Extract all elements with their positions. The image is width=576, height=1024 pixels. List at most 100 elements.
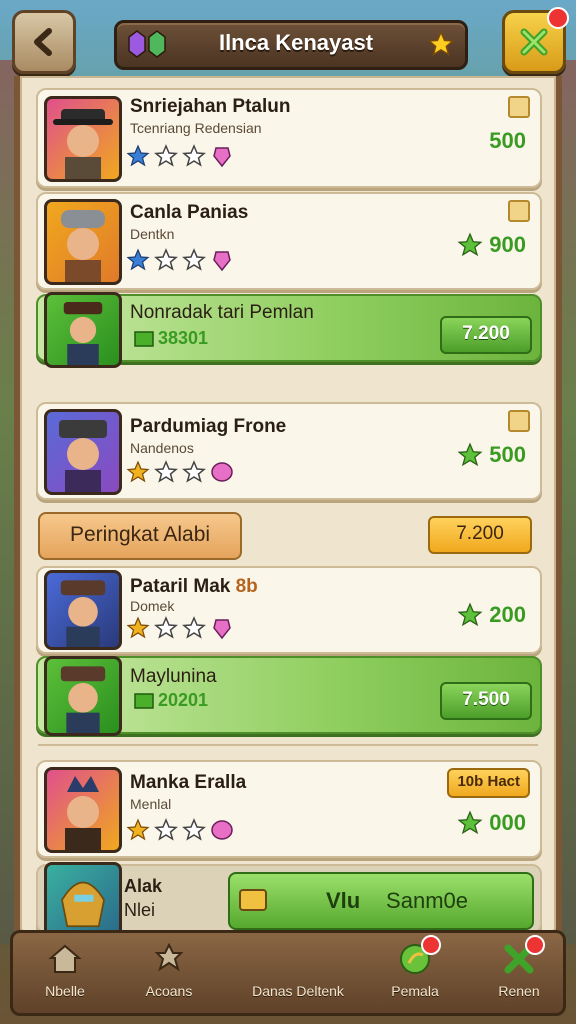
nav-item-gems[interactable]: Pemala <box>365 935 465 999</box>
item-price: 500 <box>457 442 526 468</box>
item-name-suffix: 8b <box>235 576 258 597</box>
notification-dot <box>547 7 569 29</box>
list-item[interactable]: Pardumiag Frone Nandenos 500 <box>36 402 542 500</box>
star-filled-icon <box>126 248 150 271</box>
nav-item-characters[interactable]: Acoans <box>119 939 219 999</box>
item-subtitle: Tcenriang Redensian <box>130 120 262 136</box>
price-value: 200 <box>489 602 526 627</box>
item-subtitle: Domek <box>130 598 175 614</box>
title-frame: Ilnca Kenayast <box>114 20 468 70</box>
star-empty-icon <box>154 460 178 483</box>
star-empty-icon <box>182 818 206 841</box>
star-empty-icon <box>154 616 178 639</box>
promo-line-2: Nlei <box>124 900 156 920</box>
gem-icon <box>211 462 233 482</box>
gem-icon <box>211 820 233 840</box>
star-empty-icon <box>182 144 206 167</box>
gems-icon <box>128 30 166 58</box>
tag-icon <box>508 96 530 118</box>
rating-stars <box>126 144 234 168</box>
item-name: Pataril Mak 8b <box>130 576 258 598</box>
nav-item-center[interactable]: Danas Deltenk <box>233 939 363 999</box>
list-item[interactable]: Snriejahan Ptalun Tcenriang Redensian 50… <box>36 88 542 188</box>
star-empty-icon <box>182 460 206 483</box>
home-icon <box>48 944 82 973</box>
nav-label: Pemala <box>391 983 439 999</box>
item-badge: 10b Hact <box>447 768 530 798</box>
item-subtitle: Nandenos <box>130 440 194 456</box>
list-item[interactable]: Pataril Mak 8b Domek 200 <box>36 566 542 654</box>
item-name: Snriejahan Ptalun <box>130 96 291 117</box>
notification-dot <box>421 935 441 955</box>
item-price: 000 <box>457 810 526 836</box>
rating-stars <box>126 616 234 640</box>
price-value: 900 <box>489 232 526 257</box>
gem-icon <box>213 619 231 640</box>
green-star-icon <box>457 232 483 257</box>
page-title: Ilnca Kenayast <box>218 30 374 55</box>
promo-left-label: Vlu <box>326 888 361 913</box>
tag-icon <box>508 410 530 432</box>
bottom-nav: Nbelle Acoans Danas Deltenk Pemala Renen <box>10 930 566 1016</box>
star-empty-icon <box>154 248 178 271</box>
close-button[interactable] <box>502 7 569 74</box>
gem-icon <box>213 147 231 168</box>
avatar <box>44 409 122 495</box>
avatar <box>44 96 122 182</box>
item-cash: 20201 <box>134 690 208 711</box>
divider <box>38 744 538 746</box>
rating-stars <box>126 460 234 484</box>
cash-value: 20201 <box>158 690 209 710</box>
promo-right-label: Sanm0e <box>386 888 468 913</box>
section-label: Peringkat Alabi <box>38 512 242 560</box>
notification-dot <box>525 935 545 955</box>
item-subtitle: Dentkn <box>130 226 175 242</box>
nav-label: Nbelle <box>45 983 85 999</box>
gold-crate-icon <box>239 889 267 911</box>
nav-label: Danas Deltenk <box>252 983 344 999</box>
star-empty-icon <box>182 248 206 271</box>
nav-item-home[interactable]: Nbelle <box>15 939 115 999</box>
list-item-featured[interactable]: Nonradak tari Pemlan 38301 7.200 <box>36 292 542 368</box>
item-price: 900 <box>457 232 526 258</box>
tag-icon <box>508 200 530 222</box>
item-name: Manka Eralla <box>130 772 247 793</box>
avatar <box>44 862 122 938</box>
star-icon <box>427 30 455 57</box>
list-item[interactable]: Canla Panias Dentkn 900 <box>36 192 542 290</box>
gem-icon <box>213 251 231 272</box>
promo-row[interactable]: Alak Nlei Vlu Sanm0e <box>36 862 542 938</box>
star-filled-icon <box>126 616 150 639</box>
promo-button[interactable]: Vlu Sanm0e <box>228 872 534 930</box>
avatar <box>44 199 122 285</box>
item-name: Maylunina <box>130 666 217 687</box>
green-star-icon <box>457 602 483 627</box>
close-x-icon <box>520 28 548 56</box>
item-name-text: Pataril Mak <box>130 576 231 597</box>
promo-line-1: Alak <box>124 876 163 896</box>
item-name: Nonradak tari Pemlan <box>130 302 314 323</box>
cash-icon <box>134 692 154 709</box>
item-name: Canla Panias <box>130 202 249 223</box>
list-item-featured[interactable]: Maylunina 20201 7.500 <box>36 656 542 736</box>
back-button[interactable] <box>12 10 76 74</box>
avatar <box>44 292 122 368</box>
top-bar: Ilnca Kenayast <box>0 0 576 80</box>
list-item[interactable]: Manka Eralla Menlal 10b Hact 000 <box>36 760 542 858</box>
green-star-icon <box>457 810 483 835</box>
item-name: Pardumiag Frone <box>130 416 287 437</box>
buy-button[interactable]: 7.200 <box>440 316 532 354</box>
buy-button[interactable]: 7.500 <box>440 682 532 720</box>
avatar <box>44 767 122 853</box>
star-empty-icon <box>182 616 206 639</box>
section-price-button[interactable]: 7.200 <box>428 516 532 554</box>
rating-stars <box>126 818 234 842</box>
price-value: 500 <box>489 128 526 153</box>
nav-label: Acoans <box>145 983 193 999</box>
character-icon <box>154 942 184 972</box>
rating-stars <box>126 248 234 272</box>
price-value: 500 <box>489 442 526 467</box>
star-filled-icon <box>126 818 150 841</box>
star-empty-icon <box>154 818 178 841</box>
nav-item-close[interactable]: Renen <box>469 935 569 999</box>
